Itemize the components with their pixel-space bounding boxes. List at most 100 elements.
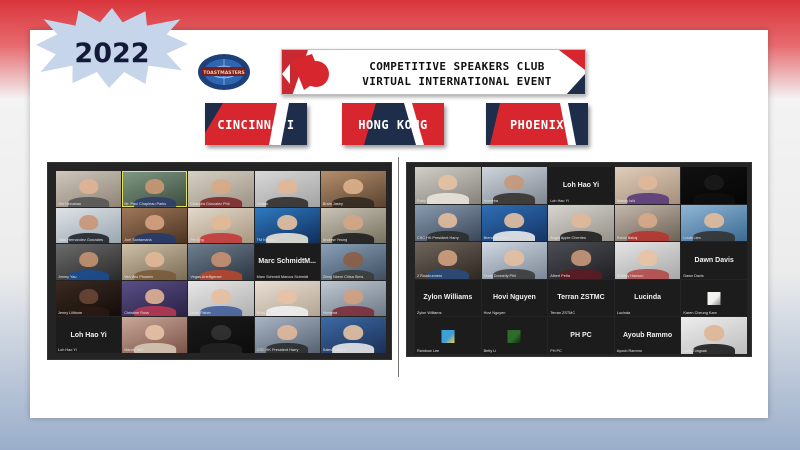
- participant-tile[interactable]: Dawn Davis Dawn Davis: [681, 242, 747, 279]
- participant-tile[interactable]: [188, 317, 254, 353]
- participant-caption: Jenny Lillitone: [58, 311, 83, 316]
- participant-head: [145, 252, 165, 267]
- participant-tile[interactable]: Rainbow Lee: [415, 317, 481, 354]
- banner-line-2: VIRTUAL INTERNATIONAL EVENT: [362, 75, 552, 88]
- participant-head: [78, 215, 99, 231]
- participant-tile[interactable]: Terran ZSTMC Terran ZSTMC: [548, 279, 614, 317]
- participant-tile[interactable]: Nikki Hernandez Gonzales: [56, 207, 122, 244]
- participant-tile[interactable]: Brian Fisher: [188, 280, 254, 317]
- participant-caption: Rainbow Lee: [417, 348, 440, 353]
- participant-tile[interactable]: Jenny Lillitone: [56, 280, 122, 317]
- participant-caption: Zylon Williams: [417, 311, 442, 316]
- participant-tile[interactable]: Rahul Bakaj: [614, 204, 681, 242]
- participant-tile[interactable]: Bram Jasey: [320, 171, 386, 207]
- participant-tile[interactable]: Jimmy Yau: [56, 244, 122, 280]
- participant-tile[interactable]: 2 Roadrunners: [415, 242, 481, 279]
- participant-tile[interactable]: Jim Hinnahan: [56, 171, 122, 207]
- participant-tile[interactable]: [681, 167, 747, 204]
- participant-tile[interactable]: Ven Wui Phoenix: [122, 244, 188, 280]
- participant-head: [343, 252, 364, 267]
- participant-name-display: Marc SchmidtM...: [258, 258, 316, 266]
- participant-tile[interactable]: Zylon Williams Zylon Williams: [415, 279, 481, 317]
- participant-head: [343, 325, 364, 341]
- participant-tile[interactable]: Brendan Wilbe: [481, 204, 548, 242]
- participant-tile[interactable]: Craig Donnelly Phil: [481, 242, 548, 279]
- participant-tile[interactable]: Vegas Artelligence: [188, 244, 254, 280]
- event-banner: COMPETITIVE SPEAKERS CLUB VIRTUAL INTERN…: [281, 49, 586, 95]
- participant-caption: Mandy Ishi: [616, 198, 636, 203]
- participant-caption: Terran ZSTMC: [550, 311, 576, 316]
- participant-tile[interactable]: Mandy Ishi: [122, 317, 188, 353]
- participant-tile[interactable]: Ruby Sung: [254, 280, 320, 317]
- participant-tile[interactable]: Angel Apple Cherries: [548, 204, 614, 242]
- city-banner-phoenix: PHOENIX: [486, 103, 588, 145]
- participant-tile[interactable]: Albert Peña: [548, 242, 614, 279]
- participant-head: [504, 175, 525, 191]
- participant-tile[interactable]: Ruby Sung: [415, 167, 481, 204]
- participant-tile[interactable]: Pei Eng: [188, 207, 254, 244]
- participant-name-display: Loh Hao Yi: [562, 181, 600, 189]
- participant-caption: Vegas Artelligence: [190, 274, 222, 279]
- participant-tile[interactable]: Chandra Gonzalez Phil: [188, 171, 254, 207]
- participant-tile[interactable]: Karen Cheung Kam: [681, 279, 747, 317]
- participant-caption: Ayoub Rammo: [616, 348, 642, 353]
- city-banner-cincinnati: CINCINNATI: [205, 103, 307, 145]
- participant-head: [277, 325, 297, 341]
- participant-caption: PH PC: [550, 348, 562, 353]
- participant-head: [637, 250, 658, 266]
- participant-head: [704, 175, 725, 191]
- participant-tile[interactable]: Christine Ross: [122, 280, 188, 317]
- participant-caption: Mr. Paul Chapleau Parks: [124, 201, 167, 206]
- participant-tile[interactable]: CSC HK President Harry: [254, 317, 320, 353]
- participant-tile[interactable]: Homeira: [320, 280, 386, 317]
- participant-caption: Joel Santamaria: [124, 238, 152, 243]
- participant-body: [266, 196, 309, 207]
- participant-caption: Homeira: [322, 311, 338, 316]
- participant-body: [200, 233, 242, 244]
- participant-head: [437, 175, 458, 191]
- participant-body: [693, 193, 736, 204]
- participant-tile[interactable]: Marc SchmidtM... Marc Schmidt Marcus Schm…: [254, 244, 320, 280]
- participant-tile[interactable]: Shelley Hanson: [614, 242, 681, 279]
- participant-tile[interactable]: Lucinda Lucinda: [614, 279, 681, 317]
- participant-caption: Andrew Yeung: [322, 238, 348, 243]
- year-label: 2022: [74, 38, 150, 69]
- participant-head: [211, 178, 231, 194]
- participant-tile[interactable]: Betty Li: [481, 317, 548, 354]
- participant-caption: Loh Hao Yi: [58, 347, 77, 352]
- participant-tile[interactable]: Salmon Wilbe: [320, 317, 386, 353]
- participant-tile[interactable]: TM Nanda: [254, 207, 320, 244]
- participant-tile[interactable]: Jordan: [254, 171, 320, 207]
- participant-caption: Ven Wui Phoenix: [124, 274, 154, 279]
- participant-head: [343, 288, 364, 304]
- participant-tile[interactable]: Louis Lien: [681, 204, 747, 242]
- participant-caption: CSC HK President Harry: [417, 236, 459, 241]
- banner-line-1: COMPETITIVE SPEAKERS CLUB: [369, 60, 545, 73]
- video-grid: Jim Hinnahan Mr. Paul Chapleau Parks Chand…: [56, 171, 386, 353]
- participant-caption: Marc Schmidt Marcus Schmidt: [256, 274, 309, 279]
- participant-tile[interactable]: PH PC PH PC: [548, 317, 614, 354]
- participant-head: [211, 252, 231, 267]
- participant-tile[interactable]: Mr. Paul Chapleau Parks: [122, 171, 188, 207]
- participant-head: [78, 178, 99, 194]
- participant-caption: CSC HK President Harry: [256, 347, 299, 352]
- participant-tile[interactable]: Zinny Nkem Chisa Sims: [320, 244, 386, 280]
- participant-tile[interactable]: Joel Santamaria: [122, 207, 188, 244]
- participant-tile[interactable]: Lalla Tungsak: [681, 317, 747, 354]
- participant-head: [704, 325, 725, 341]
- participant-tile[interactable]: Homeira: [481, 167, 548, 204]
- participant-tile[interactable]: Andrew Yeung: [320, 207, 386, 244]
- participant-caption: Homeira: [483, 198, 498, 203]
- participant-tile[interactable]: Hovi Nguyen Hovi Nguyen: [481, 279, 548, 317]
- participant-caption: Nikki Hernandez Gonzales: [58, 238, 103, 243]
- participant-tile[interactable]: Loh Hao Yi Loh Hao Yi: [56, 317, 122, 353]
- participant-tile[interactable]: CSC HK President Harry: [415, 204, 481, 242]
- participant-head: [504, 250, 525, 266]
- participant-avatar-image: [441, 329, 455, 343]
- participant-tile[interactable]: Ayoub Rammo Ayoub Rammo: [614, 317, 681, 354]
- participant-name-display: Ayoub Rammo: [623, 332, 673, 340]
- participant-head: [343, 178, 364, 194]
- participant-tile[interactable]: Loh Hao Yi Loh Hao Yi: [548, 167, 614, 204]
- participant-tile[interactable]: Mandy Ishi: [614, 167, 681, 204]
- participant-caption: Rahul Bakaj: [616, 236, 638, 241]
